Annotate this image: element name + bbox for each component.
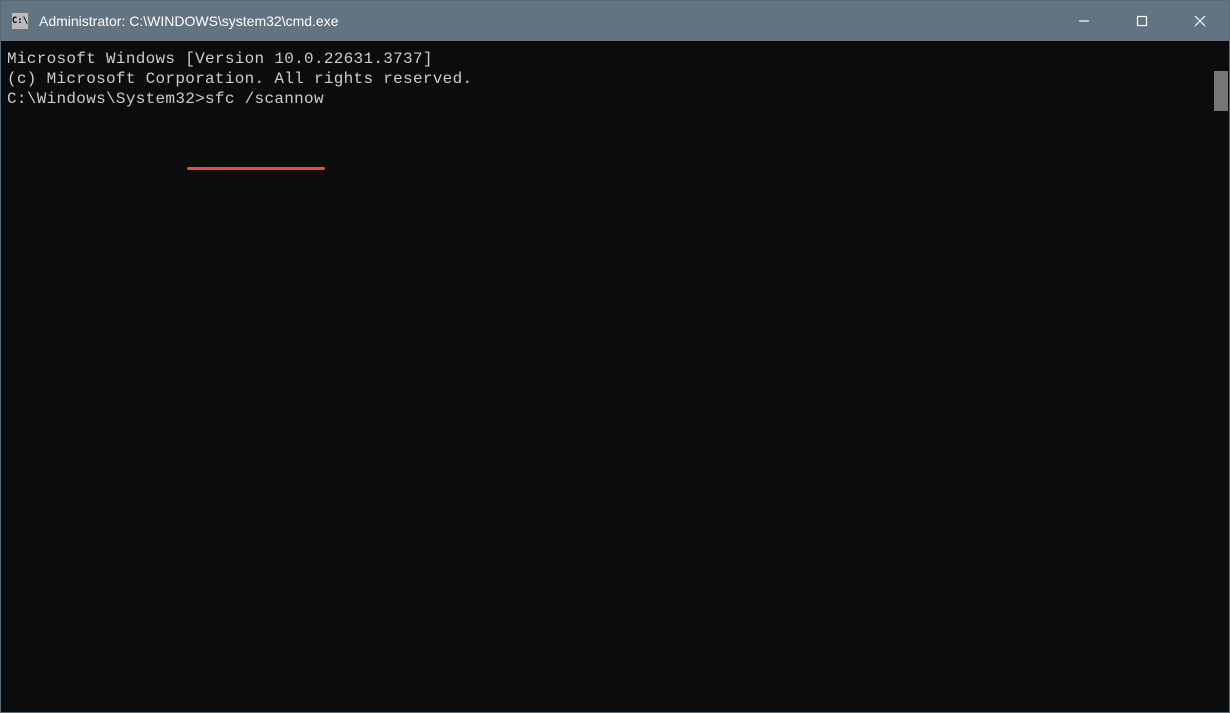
window-controls	[1055, 1, 1229, 41]
prompt-line: C:\Windows\System32>sfc /scannow	[7, 89, 1205, 109]
output-line: Microsoft Windows [Version 10.0.22631.37…	[7, 49, 1205, 69]
close-icon	[1194, 15, 1206, 27]
minimize-button[interactable]	[1055, 1, 1113, 41]
annotation-underline	[187, 167, 325, 170]
prompt-path: C:\Windows\System32>	[7, 90, 205, 108]
close-button[interactable]	[1171, 1, 1229, 41]
typed-command: sfc /scannow	[205, 90, 324, 108]
minimize-icon	[1078, 15, 1090, 27]
cmd-icon: C:\	[11, 12, 29, 30]
window-title: Administrator: C:\WINDOWS\system32\cmd.e…	[39, 13, 339, 29]
output-line: (c) Microsoft Corporation. All rights re…	[7, 69, 1205, 89]
scrollbar[interactable]	[1211, 41, 1229, 712]
maximize-icon	[1136, 15, 1148, 27]
terminal-output[interactable]: Microsoft Windows [Version 10.0.22631.37…	[1, 41, 1211, 712]
command-prompt-window: C:\ Administrator: C:\WINDOWS\system32\c…	[0, 0, 1230, 713]
terminal-area[interactable]: Microsoft Windows [Version 10.0.22631.37…	[1, 41, 1229, 712]
scrollbar-thumb[interactable]	[1214, 71, 1228, 111]
maximize-button[interactable]	[1113, 1, 1171, 41]
titlebar[interactable]: C:\ Administrator: C:\WINDOWS\system32\c…	[1, 1, 1229, 41]
